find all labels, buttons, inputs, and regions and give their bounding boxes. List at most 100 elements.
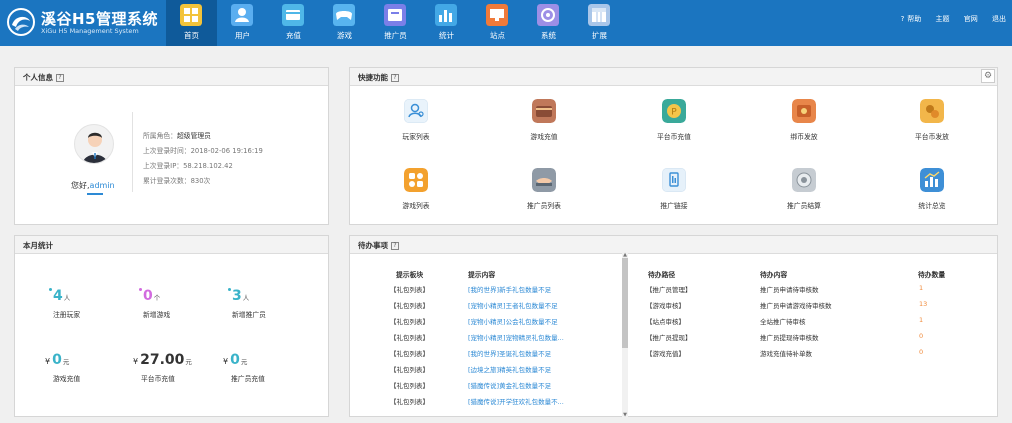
todo-content-link[interactable]: [猎魔传说]黄金礼包数量不足: [468, 380, 551, 390]
stat-value: 0: [143, 288, 153, 304]
help-icon[interactable]: ?: [391, 242, 399, 250]
last-ip-value: 58.218.102.42: [183, 162, 233, 170]
stat-unit: 人: [63, 294, 71, 302]
last-ip-label: 上次登录IP：: [143, 162, 184, 170]
todo-content-link[interactable]: [宠物小精灵]宠物精灵礼包数量...: [468, 332, 564, 342]
panel-header: 快捷功能? ⚙: [350, 68, 997, 86]
quick-item-player-list[interactable]: 玩家列表: [376, 99, 456, 141]
col-header-content: 提示内容: [468, 271, 496, 279]
personal-info-panel: 个人信息? 您好,admin 所属角色：超级管理员 上次登录时间：2018-02…: [14, 67, 329, 225]
panel-title: 本月统计: [23, 241, 53, 250]
link-help[interactable]: 帮助: [907, 15, 921, 23]
quick-item-platform-coin-issue[interactable]: 平台币发放: [892, 99, 972, 141]
nav-site-label: 站点: [490, 31, 505, 40]
last-login-label: 上次登录时间：: [143, 147, 191, 155]
todo-section: 【礼包列表】: [390, 334, 429, 342]
nav-extend[interactable]: 扩展: [574, 0, 625, 46]
todo-section: 【礼包列表】: [390, 398, 429, 406]
logo[interactable]: 溪谷H5管理系统 XiGu H5 Management System: [6, 6, 158, 40]
todo-count[interactable]: 0: [919, 332, 923, 340]
chart-icon: [435, 4, 457, 26]
quick-item-promoter-list[interactable]: 推广员列表: [504, 168, 584, 210]
greeting: 您好,admin: [71, 180, 115, 191]
role-label: 所属角色：: [143, 132, 177, 140]
nav-game[interactable]: 游戏: [319, 0, 370, 46]
todo-count[interactable]: 1: [919, 284, 923, 292]
help-icon[interactable]: ?: [56, 74, 64, 82]
quick-item-label: 游戏列表: [402, 202, 430, 210]
nav-user-label: 用户: [235, 31, 250, 40]
help-icon[interactable]: ?: [391, 74, 399, 82]
nav-system[interactable]: 系统: [523, 0, 574, 46]
stat-label: 游戏充值: [53, 375, 81, 383]
avatar: [74, 124, 114, 164]
stat-dot: [49, 288, 52, 291]
quick-item-label: 玩家列表: [402, 133, 430, 141]
todo-content-link[interactable]: [边境之旅]精英礼包数量不足: [468, 364, 551, 374]
todo-task: 推广员申请游戏待审核数: [760, 302, 832, 310]
stat-promoter-recharge: ¥0元 推广员充值: [223, 352, 313, 383]
quick-item-game-recharge[interactable]: 游戏充值: [504, 99, 584, 141]
panel-header: 本月统计: [15, 236, 328, 254]
stat-platform-coin-recharge: ¥27.00元 平台币充值: [133, 352, 223, 383]
quick-functions-panel: 快捷功能? ⚙ 玩家列表 游戏充值 P 平台币充值 绑币发放 平台币发放 游戏列…: [349, 67, 998, 225]
quick-item-label: 统计总览: [918, 202, 946, 210]
stat-unit: 人: [242, 294, 250, 302]
quick-item-stats-overview[interactable]: 统计总览: [892, 168, 972, 210]
todo-content-link[interactable]: [我的世界]新手礼包数量不足: [468, 284, 551, 294]
stat-value: 3: [232, 288, 242, 304]
login-count-label: 累计登录次数：: [143, 177, 191, 185]
todo-content-link[interactable]: [猎魔传说]开学狂欢礼包数量不...: [468, 396, 564, 406]
stat-unit: 元: [185, 358, 192, 366]
nav-home-label: 首页: [184, 31, 199, 40]
col-header-count: 待办数量: [918, 271, 946, 279]
gear-icon[interactable]: ⚙: [981, 69, 995, 83]
col-header-section: 提示板块: [396, 271, 424, 279]
stat-label: 新增推广员: [232, 311, 266, 319]
todo-path: 【站点审核】: [646, 318, 685, 326]
quick-item-game-list[interactable]: 游戏列表: [376, 168, 456, 210]
link-theme[interactable]: 主题: [936, 15, 950, 23]
nav-recharge[interactable]: 充值: [268, 0, 319, 46]
quick-item-bind-coin[interactable]: 绑币发放: [764, 99, 844, 141]
todo-content-link[interactable]: [宠物小精灵]王者礼包数量不足: [468, 300, 558, 310]
todo-content-link[interactable]: [我的世界]圣诞礼包数量不足: [468, 348, 551, 358]
nav-home[interactable]: 首页: [166, 0, 217, 46]
logo-swirl-icon: [7, 8, 35, 36]
nav-statistics-label: 统计: [439, 31, 454, 40]
stat-unit: 元: [240, 358, 248, 366]
logo-title: 溪谷H5管理系统: [41, 10, 158, 28]
currency-symbol: ¥: [45, 357, 51, 366]
site-icon: [486, 4, 508, 26]
todo-count[interactable]: 0: [919, 348, 923, 356]
todo-content-link[interactable]: [宠物小精灵]公会礼包数量不足: [468, 316, 558, 326]
stat-game-recharge: ¥0元 游戏充值: [45, 352, 135, 383]
todo-count[interactable]: 1: [919, 316, 923, 324]
stat-unit: 元: [62, 358, 70, 366]
nav-statistics[interactable]: 统计: [421, 0, 472, 46]
todo-section: 【礼包列表】: [390, 302, 429, 310]
todo-title: 待办事项: [358, 241, 388, 250]
platform-coin-issue-icon: [920, 99, 944, 123]
todo-scrollbar[interactable]: ▲ ▼: [622, 252, 628, 418]
link-logout[interactable]: 退出: [992, 15, 1006, 23]
role-value: 超级管理员: [176, 132, 211, 140]
nav-promoter[interactable]: 推广员: [370, 0, 421, 46]
scroll-down-icon[interactable]: ▼: [622, 412, 628, 418]
todo-path: 【游戏充值】: [646, 350, 685, 358]
todo-count[interactable]: 13: [919, 300, 927, 308]
todo-section: 【礼包列表】: [390, 382, 429, 390]
col-header-task: 待办内容: [760, 271, 788, 279]
username[interactable]: admin: [90, 181, 115, 190]
quick-item-platform-coin-recharge[interactable]: P 平台币充值: [634, 99, 714, 141]
link-website[interactable]: 官网: [964, 15, 978, 23]
quick-item-promoter-settlement[interactable]: 推广员结算: [764, 168, 844, 210]
greeting-underline: [87, 193, 103, 195]
stat-label: 平台币充值: [141, 375, 175, 383]
nav-user[interactable]: 用户: [217, 0, 268, 46]
scrollbar-thumb[interactable]: [622, 258, 628, 348]
nav-site[interactable]: 站点: [472, 0, 523, 46]
quick-item-promo-link[interactable]: 推广链接: [634, 168, 714, 210]
quick-item-label: 绑币发放: [790, 133, 818, 141]
col-header-path: 待办路径: [648, 271, 676, 279]
